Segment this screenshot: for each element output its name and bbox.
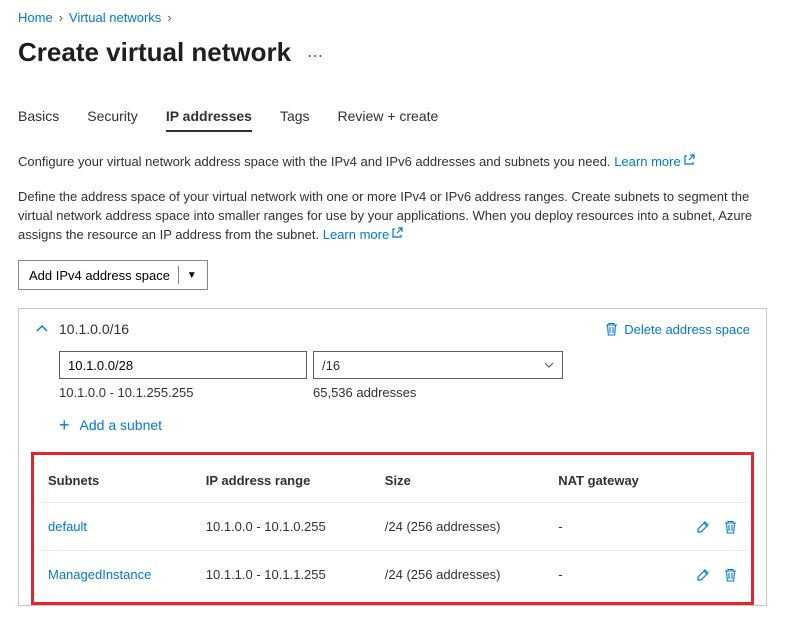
subnet-table: Subnets IP address range Size NAT gatewa… [38, 459, 747, 598]
subnet-range: 10.1.1.0 - 10.1.1.255 [196, 551, 375, 599]
collapse-icon[interactable] [35, 322, 49, 336]
trash-icon[interactable] [724, 568, 737, 582]
description-text: Define the address space of your virtual… [18, 188, 758, 245]
col-nat: NAT gateway [548, 459, 677, 503]
table-row: ManagedInstance 10.1.1.0 - 10.1.1.255 /2… [38, 551, 747, 599]
subnet-nat: - [548, 503, 677, 551]
add-subnet-button[interactable]: + Add a subnet [59, 416, 750, 434]
trash-icon [605, 322, 618, 336]
address-count-text: 65,536 addresses [313, 385, 563, 400]
subnet-nat: - [548, 551, 677, 599]
add-address-space-button[interactable]: Add IPv4 address space ▼ [18, 260, 208, 290]
learn-more-link[interactable]: Learn more [614, 154, 694, 169]
intro-text: Configure your virtual network address s… [18, 153, 758, 172]
tab-ip-addresses[interactable]: IP addresses [166, 102, 252, 132]
mask-select[interactable]: /16 [313, 351, 563, 379]
tab-security[interactable]: Security [87, 102, 138, 132]
address-space-panel: 10.1.0.0/16 Delete address space /16 10.… [18, 308, 767, 606]
tab-review-create[interactable]: Review + create [338, 102, 439, 132]
subnet-link[interactable]: default [48, 519, 87, 534]
more-icon[interactable]: ⋯ [307, 46, 324, 66]
edit-icon[interactable] [696, 568, 710, 582]
col-subnets: Subnets [38, 459, 196, 503]
page-title: Create virtual network [18, 37, 291, 68]
chevron-down-icon [544, 360, 554, 370]
col-size: Size [375, 459, 548, 503]
trash-icon[interactable] [724, 520, 737, 534]
address-range-text: 10.1.0.0 - 10.1.255.255 [59, 385, 307, 400]
external-link-icon [683, 154, 695, 166]
tab-tags[interactable]: Tags [280, 102, 310, 132]
chevron-right-icon: › [167, 10, 171, 25]
chevron-down-icon: ▼ [187, 270, 197, 281]
subnet-range: 10.1.0.0 - 10.1.0.255 [196, 503, 375, 551]
breadcrumb-vnets[interactable]: Virtual networks [69, 10, 161, 25]
subnet-link[interactable]: ManagedInstance [48, 567, 151, 582]
divider [178, 266, 179, 284]
chevron-right-icon: › [59, 10, 63, 25]
tabs: Basics Security IP addresses Tags Review… [18, 102, 767, 133]
breadcrumb: Home › Virtual networks › [18, 10, 767, 25]
edit-icon[interactable] [696, 520, 710, 534]
tab-basics[interactable]: Basics [18, 102, 59, 132]
subnet-size: /24 (256 addresses) [375, 551, 548, 599]
learn-more-link-2[interactable]: Learn more [323, 227, 403, 242]
address-range-input[interactable] [59, 351, 307, 379]
subnet-size: /24 (256 addresses) [375, 503, 548, 551]
col-range: IP address range [196, 459, 375, 503]
breadcrumb-home[interactable]: Home [18, 10, 53, 25]
delete-address-space-button[interactable]: Delete address space [605, 322, 750, 337]
external-link-icon [391, 227, 403, 239]
subnet-table-highlight: Subnets IP address range Size NAT gatewa… [31, 452, 754, 605]
plus-icon: + [59, 416, 70, 434]
table-row: default 10.1.0.0 - 10.1.0.255 /24 (256 a… [38, 503, 747, 551]
address-space-cidr: 10.1.0.0/16 [59, 321, 129, 337]
